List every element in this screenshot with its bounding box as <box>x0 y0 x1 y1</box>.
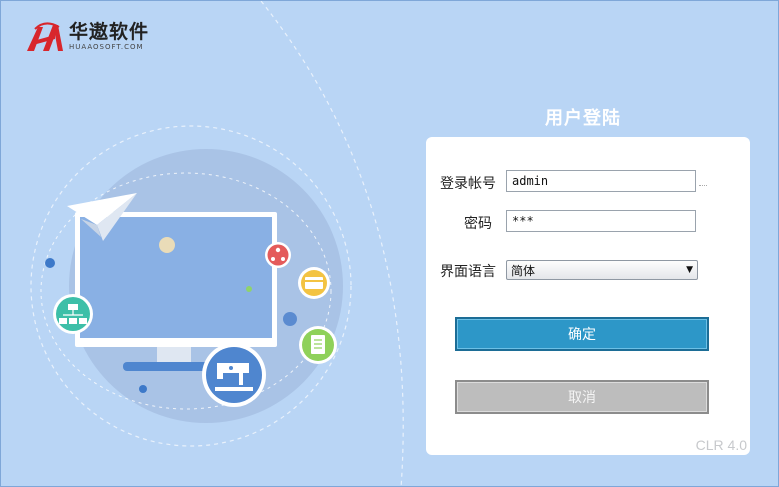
account-label: 登录帐号 <box>440 176 496 192</box>
account-input[interactable] <box>506 170 696 192</box>
chevron-down-icon: ▼ <box>686 265 693 275</box>
language-label: 界面语言 <box>440 264 496 280</box>
cancel-button-label: 取消 <box>568 390 596 406</box>
language-select-value: 简体 <box>511 263 536 278</box>
account-field-marker <box>699 185 707 186</box>
payment-card-icon <box>298 267 330 299</box>
document-icon <box>299 326 337 364</box>
language-select[interactable]: 简体 ▼ <box>506 260 698 280</box>
login-illustration <box>30 1 404 487</box>
cancel-button[interactable]: 取消 <box>455 380 709 414</box>
ok-button-label: 确定 <box>568 327 596 343</box>
login-panel: 登录帐号 密码 界面语言 简体 ▼ 确定 取消 CLR 4.0 <box>426 137 750 455</box>
version-label: CLR 4.0 <box>695 437 747 453</box>
login-title: 用户登陆 <box>545 108 621 129</box>
org-chart-icon <box>265 242 291 268</box>
sitemap-icon <box>53 294 93 334</box>
ok-button[interactable]: 确定 <box>455 317 709 351</box>
sewing-machine-icon <box>202 343 266 407</box>
password-label: 密码 <box>464 216 492 232</box>
password-input[interactable] <box>506 210 696 232</box>
